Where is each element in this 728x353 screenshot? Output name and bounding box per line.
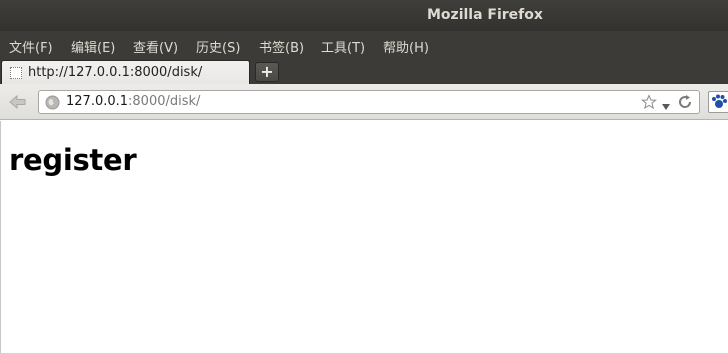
tab-disk[interactable]: http://127.0.0.1:8000/disk/ (1, 60, 250, 84)
tab-strip: http://127.0.0.1:8000/disk/ + (0, 59, 728, 84)
back-arrow-icon[interactable] (8, 93, 28, 111)
addon-icon[interactable] (708, 91, 728, 113)
page-heading: register (9, 143, 137, 177)
menu-tools[interactable]: 工具(T) (321, 37, 365, 56)
menu-edit[interactable]: 编辑(E) (71, 37, 115, 56)
menu-file[interactable]: 文件(F) (9, 37, 53, 56)
title-bar[interactable]: Mozilla Firefox (0, 0, 728, 31)
window-title: Mozilla Firefox (427, 7, 543, 23)
blank-page-icon (10, 67, 22, 79)
browser-window: Mozilla Firefox 文件(F) 编辑(E) 查看(V) 历史(S) … (0, 0, 728, 353)
tab-label: http://127.0.0.1:8000/disk/ (28, 65, 203, 80)
globe-icon[interactable] (45, 95, 60, 110)
url-text[interactable]: 127.0.0.1:8000/disk/ (66, 94, 200, 109)
navigation-toolbar: 127.0.0.1:8000/disk/ (0, 84, 728, 120)
star-icon[interactable] (641, 94, 657, 110)
url-path: :8000/disk/ (128, 94, 201, 109)
page-content: register (0, 121, 728, 353)
menu-view[interactable]: 查看(V) (133, 37, 178, 56)
menu-history[interactable]: 历史(S) (196, 37, 240, 56)
url-host: 127.0.0.1 (66, 94, 129, 109)
menu-bookmarks[interactable]: 书签(B) (259, 37, 304, 56)
window-border (0, 121, 1, 353)
dropdown-icon[interactable] (661, 97, 671, 110)
new-tab-button[interactable]: + (255, 62, 279, 82)
url-bar[interactable]: 127.0.0.1:8000/disk/ (38, 90, 700, 114)
menu-bar: 文件(F) 编辑(E) 查看(V) 历史(S) 书签(B) 工具(T) 帮助(H… (0, 31, 728, 59)
menu-help[interactable]: 帮助(H) (383, 37, 429, 56)
reload-icon[interactable] (677, 94, 693, 110)
